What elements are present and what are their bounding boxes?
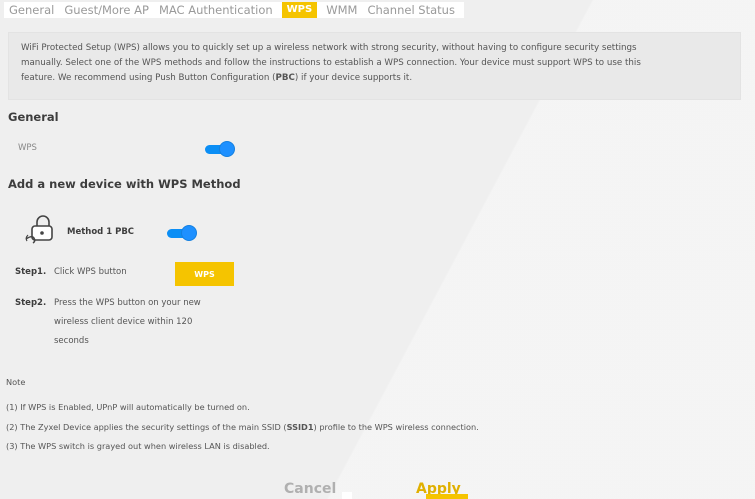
tab-mac-authentication[interactable]: MAC Authentication	[154, 2, 278, 18]
info-line-3a: feature. We recommend using Push Button …	[21, 73, 276, 83]
note-line-2c: ) profile to the WPS wireless connection…	[313, 422, 479, 432]
tab-wmm[interactable]: WMM	[321, 2, 362, 18]
step2-line-1: Press the WPS button on your new	[54, 298, 201, 308]
tab-guest-more-ap[interactable]: Guest/More AP	[59, 2, 154, 18]
step2-line-3: seconds	[54, 336, 89, 346]
method1-toggle-knob	[182, 226, 196, 240]
method1-toggle[interactable]	[167, 226, 196, 240]
step2-label: Step2.	[15, 298, 47, 308]
note-title: Note	[6, 377, 26, 387]
note-line-2b: SSID1	[286, 422, 314, 432]
wps-toggle[interactable]	[205, 142, 234, 156]
general-section-title: General	[8, 110, 59, 124]
cancel-button[interactable]: Cancel	[284, 480, 336, 498]
tab-wps[interactable]: WPS	[281, 2, 318, 18]
note-line-2a: (2) The Zyxel Device applies the securit…	[6, 422, 287, 432]
step2-line-2: wireless client device within 120	[54, 317, 193, 327]
method-section-title: Add a new device with WPS Method	[8, 177, 241, 191]
step1-label: Step1.	[15, 267, 47, 277]
note-line-3: (3) The WPS switch is grayed out when wi…	[6, 441, 270, 451]
footer-divider	[342, 492, 352, 499]
tab-channel-status[interactable]: Channel Status	[362, 2, 460, 18]
note-line-2: (2) The Zyxel Device applies the securit…	[6, 422, 479, 432]
apply-underline	[426, 494, 468, 499]
info-line-3b: PBC	[275, 73, 295, 83]
wps-push-button[interactable]: WPS	[175, 262, 234, 286]
method1-label: Method 1 PBC	[67, 227, 135, 237]
tab-general[interactable]: General	[4, 2, 59, 18]
push-button-lock-icon	[24, 214, 58, 244]
wps-info-box: WiFi Protected Setup (WPS) allows you to…	[8, 32, 741, 100]
wps-label: WPS	[18, 143, 37, 153]
info-line-2: manually. Select one of the WPS methods …	[21, 58, 641, 68]
note-line-1: (1) If WPS is Enabled, UPnP will automat…	[6, 402, 250, 412]
info-line-3c: ) if your device supports it.	[294, 73, 413, 83]
wps-toggle-knob	[220, 142, 234, 156]
step1-text: Click WPS button	[54, 267, 127, 277]
tab-bar: General Guest/More AP MAC Authentication…	[4, 2, 464, 18]
info-line-1: WiFi Protected Setup (WPS) allows you to…	[21, 43, 637, 53]
